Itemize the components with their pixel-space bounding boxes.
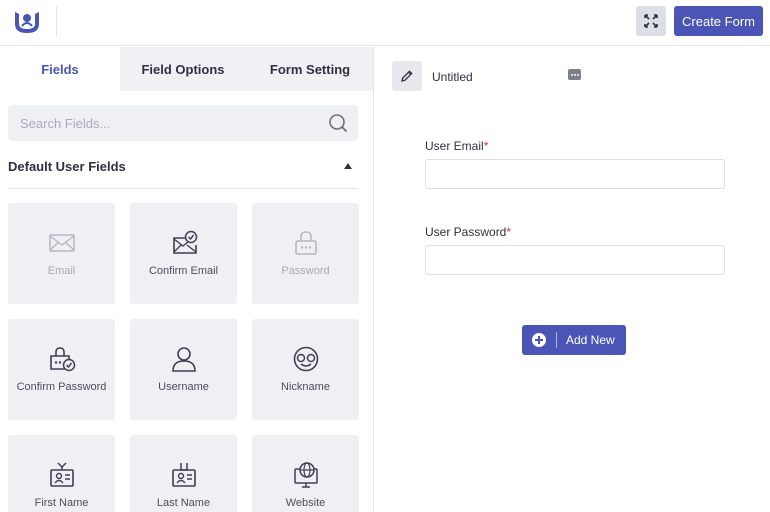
top-bar: Create Form [0,0,770,46]
user-registration-logo-icon[interactable] [12,8,42,36]
id-badge-icon [171,463,196,487]
lock-check-icon [49,347,75,372]
required-mark: * [483,139,489,153]
search-icon[interactable] [328,113,348,133]
field-card-label: Last Name [156,497,211,509]
user-password-input[interactable] [425,245,725,275]
field-card-first-name[interactable]: First Name [8,435,115,512]
field-card-label: Confirm Email [148,265,219,277]
section-title: Default User Fields [8,159,126,174]
pencil-icon [401,70,413,82]
add-new-label: Add New [566,333,615,347]
create-form-button[interactable]: Create Form [674,6,763,36]
collapse-up-icon[interactable] [344,163,352,169]
plus-circle-icon [532,333,546,347]
id-badge-icon [49,462,74,487]
globe-monitor-icon [293,462,318,488]
tab-field-options[interactable]: Field Options [120,47,246,91]
envelope-icon [48,234,75,252]
search-input[interactable] [8,105,318,141]
add-new-button[interactable]: Add New [522,325,626,355]
user-password-label: User Password* [425,225,511,239]
tab-form-setting[interactable]: Form Setting [246,47,373,91]
field-card-last-name[interactable]: Last Name [130,435,237,512]
field-card-label: Nickname [281,381,330,393]
field-card-label: Username [158,381,209,393]
form-title[interactable]: Untitled [432,70,473,84]
envelope-check-icon [172,230,197,254]
button-divider [556,332,557,348]
label-text: User Password [425,225,507,239]
field-card-label: Password [281,265,330,277]
fullscreen-button[interactable] [636,6,666,36]
required-mark: * [506,225,512,239]
field-card-username[interactable]: Username [130,319,237,420]
panel-tabs: Fields Field Options Form Setting [0,47,373,91]
field-card-confirm-email[interactable]: Confirm Email [130,203,237,304]
edit-title-button[interactable] [392,61,422,91]
form-builder-canvas: Untitled User Email* User Password* Add … [375,47,770,512]
logo-divider [56,6,57,36]
field-card-email[interactable]: Email [8,203,115,304]
more-options-icon[interactable] [568,69,581,80]
field-card-label: Website [285,497,326,509]
user-email-input[interactable] [425,159,725,189]
search-box [8,105,358,141]
field-card-password[interactable]: Password [252,203,359,304]
label-text: User Email [425,139,484,153]
user-email-label: User Email* [425,139,488,153]
default-user-fields-header[interactable]: Default User Fields [8,157,358,189]
field-card-label: Confirm Password [16,381,107,393]
field-card-confirm-password[interactable]: Confirm Password [8,319,115,420]
field-card-label: First Name [34,497,89,509]
user-icon [171,347,196,372]
field-card-website[interactable]: Website [252,435,359,512]
nickname-face-icon [293,346,318,372]
tab-fields[interactable]: Fields [0,47,120,91]
fields-panel: Fields Field Options Form Setting Defaul… [0,47,374,512]
lock-icon [294,231,317,255]
fullscreen-icon [644,14,658,28]
field-card-label: Email [47,265,76,277]
field-card-nickname[interactable]: Nickname [252,319,359,420]
